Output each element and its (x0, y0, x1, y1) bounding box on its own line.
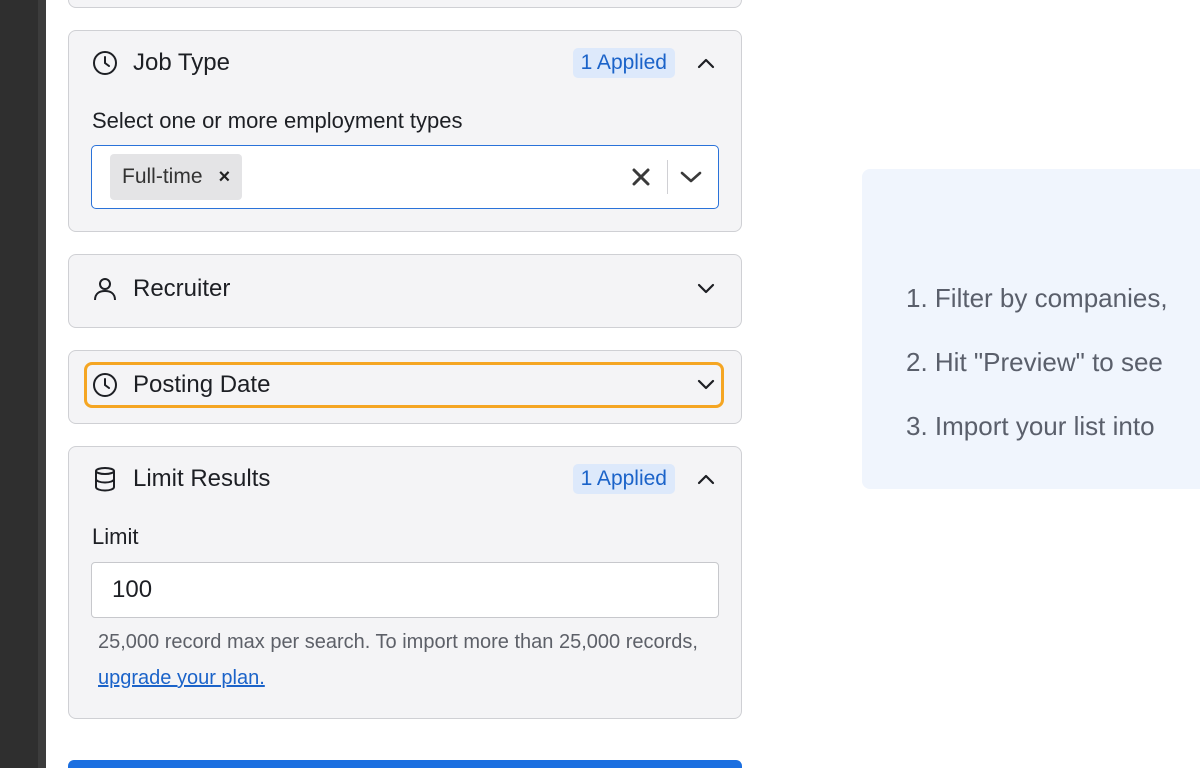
chip-remove-icon[interactable]: × (219, 166, 231, 189)
limit-results-card: Limit Results 1 Applied Limit 25,000 rec… (68, 446, 742, 719)
instruction-step-1: 1. Filter by companies, (906, 283, 1168, 313)
job-type-title: Job Type (133, 49, 230, 76)
selected-chip-full-time: Full-time × (110, 154, 243, 200)
upgrade-plan-link[interactable]: upgrade your plan. (98, 667, 265, 689)
limit-help-copy: 25,000 record max per search. To import … (98, 631, 698, 653)
limit-label: Limit (92, 524, 139, 549)
left-rail-edge (38, 0, 46, 768)
limit-input[interactable] (91, 562, 719, 618)
clear-selection-icon[interactable] (626, 162, 656, 192)
chevron-up-icon[interactable] (695, 52, 717, 74)
clock-icon (91, 49, 119, 77)
chip-label: Full-time (122, 165, 203, 188)
person-icon (91, 275, 119, 303)
left-rail (0, 0, 46, 768)
job-type-header[interactable]: Job Type 1 Applied (69, 31, 741, 95)
job-type-card: Job Type 1 Applied Select one or more em… (68, 30, 742, 232)
limit-results-applied-badge: 1 Applied (572, 464, 675, 494)
chevron-down-icon[interactable] (676, 162, 706, 192)
instruction-step-2: 2. Hit "Preview" to see (906, 347, 1163, 377)
recruiter-header[interactable]: Recruiter (69, 257, 741, 321)
employment-type-select[interactable]: Full-time × (91, 145, 719, 209)
limit-results-title: Limit Results (133, 465, 271, 492)
limit-help-text: 25,000 record max per search. To import … (98, 624, 718, 696)
database-icon (91, 465, 119, 493)
job-type-applied-badge: 1 Applied (572, 48, 675, 78)
select-divider (667, 160, 668, 194)
filter-panel: Job Type 1 Applied Select one or more em… (46, 0, 766, 768)
chevron-down-icon[interactable] (695, 278, 717, 300)
previous-filter-card (68, 0, 742, 8)
instructions-box: 1. Filter by companies, 2. Hit "Preview"… (862, 169, 1200, 489)
recruiter-title: Recruiter (133, 275, 231, 302)
limit-results-header[interactable]: Limit Results 1 Applied (69, 447, 741, 511)
instruction-step-3: 3. Import your list into (906, 411, 1155, 441)
posting-date-focus-ring (84, 362, 724, 408)
preview-button[interactable] (68, 760, 742, 768)
recruiter-card: Recruiter (68, 254, 742, 328)
job-type-label: Select one or more employment types (92, 108, 463, 133)
chevron-up-icon[interactable] (695, 468, 717, 490)
